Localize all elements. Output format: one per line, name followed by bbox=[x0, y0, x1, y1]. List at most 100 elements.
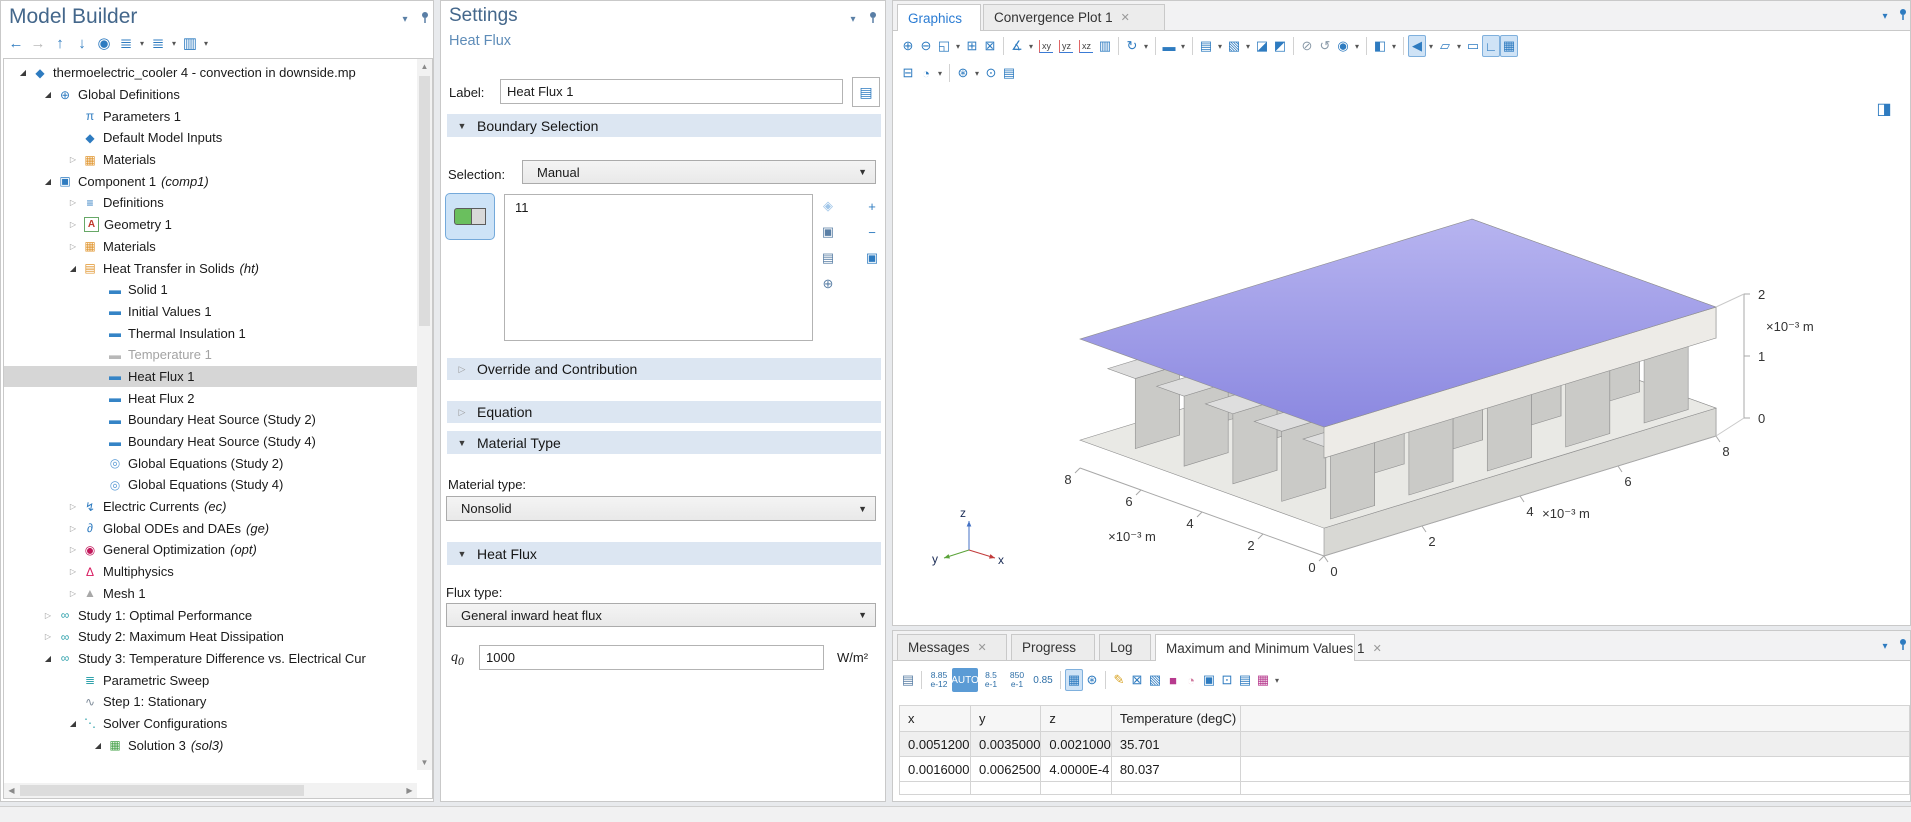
tree-item-global-equations-study-2[interactable]: ◎Global Equations (Study 2) bbox=[4, 452, 417, 474]
tree-item-solution-3[interactable]: ◢▦Solution 3(sol3) bbox=[4, 734, 417, 756]
select-entities-dropdown-icon[interactable]: ▾ bbox=[935, 69, 945, 78]
collapsed-arrow-icon[interactable]: ▷ bbox=[64, 155, 82, 164]
section-material-type[interactable]: ▼ Material Type bbox=[447, 431, 881, 454]
section-equation[interactable]: ▷ Equation bbox=[447, 401, 881, 423]
animate-dropdown-icon[interactable]: ▾ bbox=[972, 69, 982, 78]
expanded-arrow-icon[interactable]: ◢ bbox=[39, 654, 57, 663]
tree-item-initial-values-1[interactable]: ▬Initial Values 1 bbox=[4, 301, 417, 323]
collapsed-arrow-icon[interactable]: ▷ bbox=[64, 589, 82, 598]
sound-button[interactable]: ◀ bbox=[1408, 35, 1426, 57]
column-header-empty[interactable] bbox=[1240, 706, 1909, 732]
expanded-arrow-icon[interactable]: ◢ bbox=[39, 90, 57, 99]
delete-table-button[interactable]: ⊠ bbox=[1128, 669, 1146, 691]
table-settings-button[interactable]: ▤ bbox=[899, 669, 917, 691]
scrollbar-thumb[interactable] bbox=[20, 785, 304, 796]
tree-item-study-3-temperature-difference-vs-electrical-cur[interactable]: ◢∞Study 3: Temperature Difference vs. El… bbox=[4, 648, 417, 670]
expand-all-button[interactable]: ≣ bbox=[115, 32, 137, 54]
pin-icon[interactable] bbox=[865, 9, 881, 25]
table-surface-dropdown-icon[interactable]: ▾ bbox=[1272, 676, 1282, 685]
precision-850e-1-button[interactable]: 850e-1 bbox=[1004, 668, 1030, 692]
collapsed-arrow-icon[interactable]: ▷ bbox=[64, 545, 82, 554]
zoom-extents-button[interactable]: ⊞ bbox=[963, 35, 981, 57]
table-cell[interactable] bbox=[1240, 732, 1909, 757]
tree-item-multiphysics[interactable]: ▷ΔMultiphysics bbox=[4, 561, 417, 583]
view-hidden-dropdown-icon[interactable]: ▾ bbox=[1352, 42, 1362, 51]
bounding-box-button[interactable]: ▭ bbox=[1464, 35, 1482, 57]
collapsed-arrow-icon[interactable]: ▷ bbox=[39, 632, 57, 641]
precision-8.5e-1-button[interactable]: 8.5e-1 bbox=[978, 668, 1004, 692]
expand-all-dropdown-icon[interactable]: ▾ bbox=[137, 39, 147, 48]
select-entities-button[interactable]: ◔ bbox=[917, 62, 935, 84]
model-tree-node-text-dropdown-icon[interactable]: ▾ bbox=[201, 39, 211, 48]
tree-item-boundary-heat-source-study-2[interactable]: ▬Boundary Heat Source (Study 2) bbox=[4, 409, 417, 431]
tree-item-global-equations-study-4[interactable]: ◎Global Equations (Study 4) bbox=[4, 474, 417, 496]
scroll-left-icon[interactable]: ◀ bbox=[4, 783, 19, 798]
table-cell[interactable]: 35.701 bbox=[1111, 732, 1240, 757]
view-yz-button[interactable]: yz bbox=[1059, 40, 1073, 53]
paste-selection-button[interactable]: ▤ bbox=[817, 247, 839, 269]
collapsed-arrow-icon[interactable]: ▷ bbox=[64, 198, 82, 207]
table-cell[interactable] bbox=[1240, 757, 1909, 782]
table-cell[interactable]: 4.0000E-4 bbox=[1041, 757, 1111, 782]
image-snapshot-button[interactable]: ⊙ bbox=[982, 62, 1000, 84]
collapsed-arrow-icon[interactable]: ▷ bbox=[64, 502, 82, 511]
add-to-selection-button[interactable]: + bbox=[861, 195, 883, 217]
pin-icon[interactable] bbox=[1895, 6, 1911, 22]
scientific-notation-button[interactable]: ⊛ bbox=[1083, 669, 1101, 691]
tree-item-thermal-insulation-1[interactable]: ▬Thermal Insulation 1 bbox=[4, 322, 417, 344]
tree-item-definitions[interactable]: ▷≡Definitions bbox=[4, 192, 417, 214]
table-row[interactable]: 0.00160000.00625004.0000E-480.037 bbox=[900, 757, 1910, 782]
full-precision-button[interactable]: ▦ bbox=[1065, 669, 1083, 691]
tree-item-parameters-1[interactable]: πParameters 1 bbox=[4, 105, 417, 127]
scene-light-button[interactable]: ▬ bbox=[1160, 35, 1178, 57]
section-boundary-selection[interactable]: ▼ Boundary Selection bbox=[447, 114, 881, 137]
material-type-dropdown[interactable]: Nonsolid ▼ bbox=[446, 496, 876, 521]
active-toggle-button[interactable] bbox=[445, 193, 495, 240]
column-header-y[interactable]: y bbox=[970, 706, 1040, 732]
view-xz-button[interactable]: xz bbox=[1079, 40, 1093, 53]
table-graph-button[interactable]: ▧ bbox=[1146, 669, 1164, 691]
clip-planes-dropdown-icon[interactable]: ▾ bbox=[1389, 42, 1399, 51]
hide-geometric-entities-button[interactable]: ⊟ bbox=[899, 62, 917, 84]
table-cell[interactable]: 0.0062500 bbox=[970, 757, 1040, 782]
tree-horizontal-scrollbar[interactable]: ◀ ▶ bbox=[4, 783, 417, 798]
go-to-default-view-dropdown-icon[interactable]: ▾ bbox=[1026, 42, 1036, 51]
tree-item-global-odes-and-daes[interactable]: ▷∂Global ODEs and DAEs(ge) bbox=[4, 517, 417, 539]
view-xy-button[interactable]: xy bbox=[1039, 40, 1053, 53]
axis-orientation-button[interactable]: ∟ bbox=[1482, 35, 1500, 57]
table-row[interactable]: 0.00512000.00350000.002100035.701 bbox=[900, 732, 1910, 757]
section-override-and-contribution[interactable]: ▷ Override and Contribution bbox=[447, 358, 881, 380]
precision-8.85e-12-button[interactable]: 8.85e-12 bbox=[926, 668, 952, 692]
table-cell[interactable]: 0.0021000 bbox=[1041, 732, 1111, 757]
rotate-dropdown-icon[interactable]: ▾ bbox=[1141, 42, 1151, 51]
forward-button[interactable]: → bbox=[27, 32, 49, 54]
copy-selection-button[interactable]: ▣ bbox=[817, 221, 839, 243]
expanded-arrow-icon[interactable]: ◢ bbox=[64, 719, 82, 728]
zoom-box-button[interactable]: ◱ bbox=[935, 35, 953, 57]
move-down-button[interactable]: ↓ bbox=[71, 32, 93, 54]
tree-item-heat-flux-2[interactable]: ▬Heat Flux 2 bbox=[4, 387, 417, 409]
play-audio-button[interactable]: ◔ bbox=[1182, 669, 1200, 691]
move-up-button[interactable]: ↑ bbox=[49, 32, 71, 54]
table-cell[interactable]: 0.0035000 bbox=[970, 732, 1040, 757]
tab-maximum-and-minimum-values-1[interactable]: Maximum and Minimum Values 1✕ bbox=[1155, 634, 1355, 661]
selection-dropdown[interactable]: Manual ▼ bbox=[522, 160, 876, 184]
move-selection-button[interactable]: ⊕ bbox=[817, 273, 839, 295]
3d-model-view[interactable]: 86420×10⁻³ m02468×10⁻³ m012×10⁻³ mzyx bbox=[894, 88, 1911, 625]
tree-item-step-1-stationary[interactable]: ∿Step 1: Stationary bbox=[4, 691, 417, 713]
label-input[interactable] bbox=[500, 79, 843, 104]
print-button[interactable]: ▤ bbox=[1000, 62, 1018, 84]
go-to-default-view-button[interactable]: ∡ bbox=[1008, 35, 1026, 57]
close-icon[interactable]: ✕ bbox=[978, 641, 987, 654]
tab-progress[interactable]: Progress bbox=[1011, 634, 1095, 660]
zoom-in-button[interactable]: ⊕ bbox=[899, 35, 917, 57]
panel-menu-arrow-icon[interactable]: ▾ bbox=[1877, 638, 1893, 654]
wireframe-rendering-dropdown-icon[interactable]: ▾ bbox=[1454, 42, 1464, 51]
animate-button[interactable]: ⊛ bbox=[954, 62, 972, 84]
precision-auto-button[interactable]: AUTO bbox=[952, 668, 978, 692]
collapsed-arrow-icon[interactable]: ▷ bbox=[64, 524, 82, 533]
view-hidden-button[interactable]: ◉ bbox=[1334, 35, 1352, 57]
selection-list[interactable]: 11 bbox=[504, 194, 813, 341]
scroll-down-icon[interactable]: ▼ bbox=[417, 755, 432, 770]
tree-item-solid-1[interactable]: ▬Solid 1 bbox=[4, 279, 417, 301]
